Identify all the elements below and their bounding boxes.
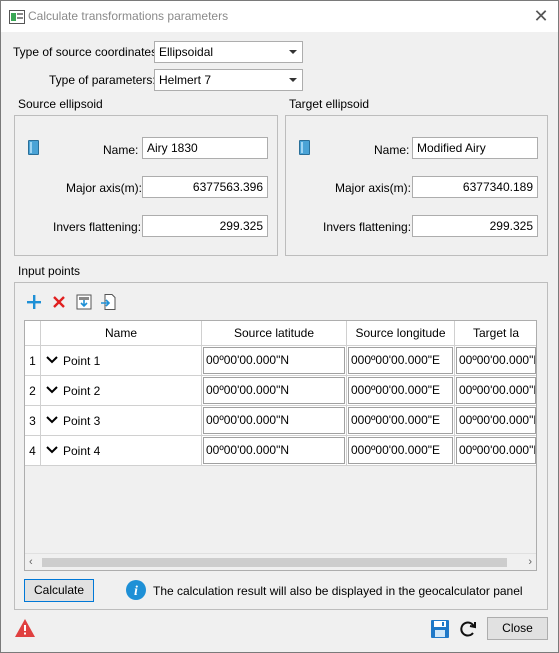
source-name-field[interactable]: Airy 1830 [142, 137, 268, 159]
source-longitude-input[interactable]: 000º00'00.000"E [348, 437, 453, 464]
source-latitude-cell[interactable]: 00º00'00.000"N [202, 346, 347, 376]
source-flat-label: Invers flattening: [53, 220, 142, 234]
points-table: Name Source latitude Source longitude Ta… [24, 320, 537, 571]
row-header[interactable]: 2 [25, 376, 41, 406]
scrollbar-thumb[interactable] [42, 558, 507, 567]
table-row-name-cell[interactable]: Point 1 [41, 346, 202, 376]
source-longitude-input[interactable]: 000º00'00.000"E [348, 377, 453, 404]
source-major-label: Major axis(m): [66, 181, 143, 195]
book-icon[interactable] [28, 140, 39, 155]
cross-icon[interactable] [50, 293, 68, 311]
horizontal-scrollbar[interactable]: ‹ › [25, 553, 536, 570]
target-latitude-input[interactable]: 00º00'00.000"N [456, 347, 536, 374]
source-longitude-input[interactable]: 000º00'00.000"E [348, 347, 453, 374]
table-row-name-cell[interactable]: Point 2 [41, 376, 202, 406]
point-name: Point 2 [63, 384, 101, 398]
info-icon: i [126, 580, 146, 600]
target-ellipsoid-title: Target ellipsoid [289, 97, 370, 111]
params-label: Type of parameters: [49, 73, 156, 87]
chevron-down-icon[interactable] [46, 354, 58, 366]
book-icon[interactable] [299, 140, 310, 155]
source-name-label: Name: [103, 143, 139, 157]
source-longitude-cell[interactable]: 000º00'00.000"E [347, 436, 455, 466]
source-latitude-input[interactable]: 00º00'00.000"N [203, 347, 345, 374]
source-latitude-cell[interactable]: 00º00'00.000"N [202, 436, 347, 466]
window-title: Calculate transformations parameters [28, 9, 229, 23]
refresh-icon[interactable] [458, 619, 478, 639]
source-major-field[interactable]: 6377563.396 [142, 176, 268, 198]
target-major-label: Major axis(m): [335, 181, 412, 195]
dialog-window: Calculate transformations parameters ✕ T… [0, 0, 559, 653]
column-header-source-longitude[interactable]: Source longitude [347, 321, 455, 346]
point-name: Point 4 [63, 444, 101, 458]
info-text: The calculation result will also be disp… [153, 584, 523, 598]
row-header[interactable]: 4 [25, 436, 41, 466]
chevron-down-icon [289, 78, 297, 82]
table-row-name-cell[interactable]: Point 3 [41, 406, 202, 436]
warning-icon [15, 619, 35, 637]
source-latitude-input[interactable]: 00º00'00.000"N [203, 377, 345, 404]
close-button[interactable]: Close [487, 617, 548, 640]
source-ellipsoid-title: Source ellipsoid [18, 97, 103, 111]
chevron-down-icon[interactable] [46, 444, 58, 456]
target-latitude-input[interactable]: 00º00'00.000"N [456, 407, 536, 434]
source-latitude-input[interactable]: 00º00'00.000"N [203, 437, 345, 464]
title-bar: Calculate transformations parameters ✕ [1, 1, 558, 32]
source-latitude-cell[interactable]: 00º00'00.000"N [202, 406, 347, 436]
source-ellipsoid-group: Name: Airy 1830 Major axis(m): 6377563.3… [14, 115, 278, 256]
scroll-right-arrow-icon[interactable]: › [528, 556, 532, 568]
source-coords-select[interactable]: Ellipsoidal [154, 41, 303, 63]
target-latitude-input[interactable]: 00º00'00.000"N [456, 377, 536, 404]
source-longitude-cell[interactable]: 000º00'00.000"E [347, 406, 455, 436]
info-glyph: i [134, 584, 138, 599]
source-coords-label: Type of source coordinates: [13, 45, 161, 59]
plus-icon[interactable] [25, 293, 43, 311]
source-latitude-input[interactable]: 00º00'00.000"N [203, 407, 345, 434]
target-flat-field[interactable]: 299.325 [412, 215, 538, 237]
app-icon [9, 10, 25, 24]
source-coords-value: Ellipsoidal [159, 45, 214, 59]
point-name: Point 3 [63, 414, 101, 428]
point-name: Point 1 [63, 354, 101, 368]
scroll-left-arrow-icon[interactable]: ‹ [29, 556, 33, 568]
target-latitude-input[interactable]: 00º00'00.000"N [456, 437, 536, 464]
import-icon[interactable] [75, 293, 93, 311]
target-flat-label: Invers flattening: [323, 220, 412, 234]
row-header[interactable]: 1 [25, 346, 41, 376]
column-header-target-latitude[interactable]: Target la [455, 321, 536, 346]
target-latitude-cell[interactable]: 00º00'00.000"N [455, 346, 536, 376]
chevron-down-icon[interactable] [46, 384, 58, 396]
input-points-title: Input points [18, 264, 81, 278]
source-flat-field[interactable]: 299.325 [142, 215, 268, 237]
source-longitude-cell[interactable]: 000º00'00.000"E [347, 376, 455, 406]
target-major-field[interactable]: 6377340.189 [412, 176, 538, 198]
chevron-down-icon [289, 50, 297, 54]
chevron-down-icon[interactable] [46, 414, 58, 426]
table-row-name-cell[interactable]: Point 4 [41, 436, 202, 466]
save-icon[interactable] [430, 619, 450, 639]
target-ellipsoid-group: Name: Modified Airy Major axis(m): 63773… [285, 115, 548, 256]
target-latitude-cell[interactable]: 00º00'00.000"N [455, 376, 536, 406]
target-name-label: Name: [374, 143, 410, 157]
export-icon[interactable] [100, 293, 118, 311]
close-window-button[interactable]: ✕ [527, 4, 555, 28]
target-latitude-cell[interactable]: 00º00'00.000"N [455, 406, 536, 436]
target-name-field[interactable]: Modified Airy [412, 137, 538, 159]
column-header-source-latitude[interactable]: Source latitude [202, 321, 347, 346]
row-header[interactable]: 3 [25, 406, 41, 436]
params-select[interactable]: Helmert 7 [154, 69, 303, 91]
column-header-name[interactable]: Name [41, 321, 202, 346]
target-latitude-cell[interactable]: 00º00'00.000"N [455, 436, 536, 466]
corner-header[interactable] [25, 321, 41, 346]
source-longitude-input[interactable]: 000º00'00.000"E [348, 407, 453, 434]
source-longitude-cell[interactable]: 000º00'00.000"E [347, 346, 455, 376]
source-latitude-cell[interactable]: 00º00'00.000"N [202, 376, 347, 406]
calculate-button[interactable]: Calculate [24, 579, 94, 602]
params-value: Helmert 7 [159, 73, 212, 87]
